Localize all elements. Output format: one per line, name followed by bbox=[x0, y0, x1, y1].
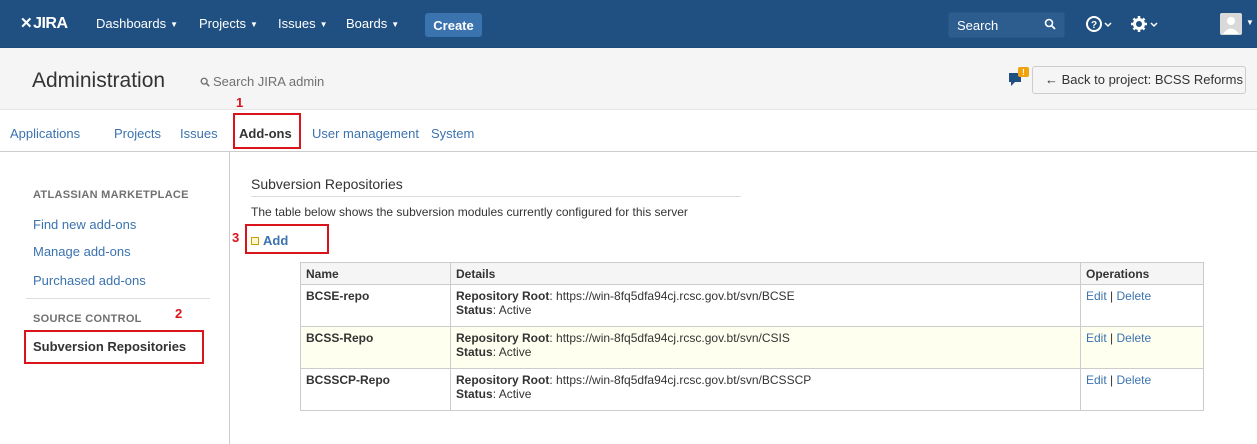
status-label: Status bbox=[456, 303, 493, 317]
ops-separator: | bbox=[1106, 289, 1117, 303]
feedback-icon[interactable]: ! bbox=[1008, 67, 1030, 89]
table-row: BCSE-repo Repository Root: https://win-8… bbox=[300, 284, 1204, 327]
repo-name: BCSE-repo bbox=[300, 284, 451, 327]
sidebar-heading-marketplace: ATLASSIAN MARKETPLACE bbox=[33, 189, 189, 201]
repo-details: Repository Root: https://win-8fq5dfa94cj… bbox=[450, 326, 1081, 369]
repo-root-url: https://win-8fq5dfa94cj.rcsc.gov.bt/svn/… bbox=[556, 331, 790, 345]
admin-header: Administration Search JIRA admin ! ← Bac… bbox=[0, 48, 1257, 110]
repo-status: Active bbox=[498, 345, 532, 359]
tab-issues[interactable]: Issues bbox=[180, 126, 218, 141]
root-label: Repository Root bbox=[456, 289, 550, 303]
annotation-number-1: 1 bbox=[236, 95, 244, 110]
column-header-name[interactable]: Name bbox=[300, 262, 451, 285]
sidebar-heading-source-control: SOURCE CONTROL bbox=[33, 313, 142, 325]
tab-system[interactable]: System bbox=[431, 126, 474, 141]
svg-text:?: ? bbox=[1091, 20, 1097, 31]
search-placeholder: Search bbox=[957, 18, 999, 33]
status-label: Status bbox=[456, 387, 493, 401]
jira-logo[interactable]: ✕JIRA bbox=[20, 14, 68, 33]
back-to-project-button[interactable]: ← Back to project: BCSS Reforms bbox=[1032, 66, 1246, 94]
nav-dashboards[interactable]: Dashboards ▼ bbox=[96, 16, 178, 31]
search-icon bbox=[200, 77, 210, 87]
search-input[interactable]: Search bbox=[948, 12, 1065, 38]
repo-root-url: https://win-8fq5dfa94cj.rcsc.gov.bt/svn/… bbox=[556, 289, 795, 303]
search-icon[interactable] bbox=[1044, 18, 1056, 30]
edit-link[interactable]: Edit bbox=[1086, 373, 1107, 387]
tab-projects[interactable]: Projects bbox=[114, 126, 161, 141]
sidebar-item-manage-add-ons[interactable]: Manage add-ons bbox=[33, 244, 131, 259]
section-description: The table below shows the subversion mod… bbox=[251, 205, 688, 219]
chevron-down-icon: ▼ bbox=[391, 20, 400, 30]
help-icon[interactable]: ? bbox=[1085, 14, 1113, 34]
admin-tabs: Applications Projects Issues Add-ons Use… bbox=[0, 110, 1257, 152]
repo-details: Repository Root: https://win-8fq5dfa94cj… bbox=[450, 368, 1081, 411]
repositories-table: Name Details Operations BCSE-repo Reposi… bbox=[300, 262, 1204, 411]
annotation-box-1 bbox=[233, 113, 301, 149]
table-header-row: Name Details Operations bbox=[300, 262, 1204, 285]
nav-issues[interactable]: Issues ▼ bbox=[278, 16, 328, 31]
page-title: Administration bbox=[32, 69, 166, 92]
repo-operations: Edit | Delete bbox=[1080, 284, 1204, 327]
repo-status: Active bbox=[498, 303, 532, 317]
chevron-down-icon: ▼ bbox=[170, 20, 179, 30]
column-header-details[interactable]: Details bbox=[450, 262, 1081, 285]
status-label: Status bbox=[456, 345, 493, 359]
svg-text:!: ! bbox=[1022, 68, 1025, 77]
gear-icon[interactable] bbox=[1130, 14, 1160, 34]
repo-name: BCSS-Repo bbox=[300, 326, 451, 369]
sidebar-divider bbox=[26, 298, 210, 299]
repo-details: Repository Root: https://win-8fq5dfa94cj… bbox=[450, 284, 1081, 327]
edit-link[interactable]: Edit bbox=[1086, 289, 1107, 303]
nav-boards[interactable]: Boards ▼ bbox=[346, 16, 399, 31]
root-label: Repository Root bbox=[456, 373, 550, 387]
user-avatar-icon bbox=[1220, 13, 1242, 35]
sidebar-item-purchased-add-ons[interactable]: Purchased add-ons bbox=[33, 273, 146, 288]
chevron-down-icon: ▼ bbox=[1246, 18, 1254, 27]
annotation-number-3: 3 bbox=[232, 230, 240, 245]
admin-search[interactable]: Search JIRA admin bbox=[200, 74, 324, 89]
repo-operations: Edit | Delete bbox=[1080, 368, 1204, 411]
create-button[interactable]: Create bbox=[425, 13, 482, 37]
repo-root-url: https://win-8fq5dfa94cj.rcsc.gov.bt/svn/… bbox=[556, 373, 812, 387]
repo-status: Active bbox=[498, 387, 532, 401]
annotation-box-3 bbox=[245, 224, 329, 254]
nav-projects[interactable]: Projects ▼ bbox=[199, 16, 258, 31]
annotation-box-2 bbox=[24, 330, 204, 364]
tab-applications[interactable]: Applications bbox=[10, 126, 80, 141]
delete-link[interactable]: Delete bbox=[1116, 331, 1151, 345]
annotation-number-2: 2 bbox=[175, 306, 183, 321]
ops-separator: | bbox=[1106, 373, 1117, 387]
table-row: BCSSCP-Repo Repository Root: https://win… bbox=[300, 368, 1204, 411]
tab-user-management[interactable]: User management bbox=[312, 126, 419, 141]
section-title: Subversion Repositories bbox=[251, 176, 403, 192]
chevron-down-icon: ▼ bbox=[319, 20, 328, 30]
top-navbar: ✕JIRA Dashboards ▼ Projects ▼ Issues ▼ Boar… bbox=[0, 0, 1257, 48]
repo-name: BCSSCP-Repo bbox=[300, 368, 451, 411]
edit-link[interactable]: Edit bbox=[1086, 331, 1107, 345]
table-row: BCSS-Repo Repository Root: https://win-8… bbox=[300, 326, 1204, 369]
delete-link[interactable]: Delete bbox=[1116, 289, 1151, 303]
sidebar-item-find-new-add-ons[interactable]: Find new add-ons bbox=[33, 217, 136, 232]
user-avatar[interactable] bbox=[1220, 13, 1242, 35]
ops-separator: | bbox=[1106, 331, 1117, 345]
column-header-operations: Operations bbox=[1080, 262, 1204, 285]
root-label: Repository Root bbox=[456, 331, 550, 345]
delete-link[interactable]: Delete bbox=[1116, 373, 1151, 387]
repo-operations: Edit | Delete bbox=[1080, 326, 1204, 369]
chevron-down-icon: ▼ bbox=[249, 20, 258, 30]
title-divider bbox=[251, 196, 741, 197]
